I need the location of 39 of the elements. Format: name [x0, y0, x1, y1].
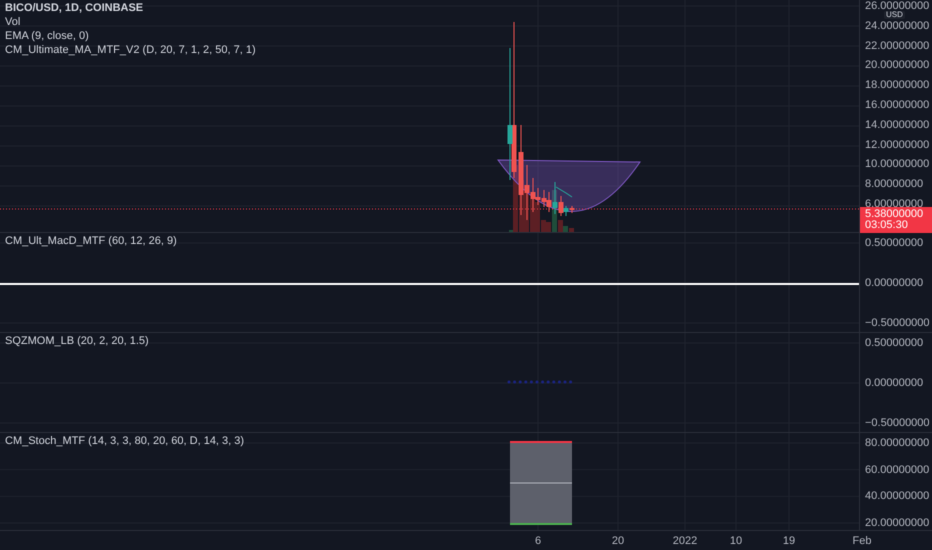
axis-label: 18.00000000 [865, 79, 930, 92]
currency-label: USD [884, 11, 905, 19]
time-label: 6 [534, 535, 542, 547]
axis-label: 20.00000000 [865, 59, 930, 72]
legend-text: Vol [5, 16, 22, 29]
time-label: 10 [730, 535, 742, 547]
time-label: 20 [612, 535, 624, 547]
time-label: 19 [782, 535, 796, 547]
last-price: 5.38000000 [865, 209, 924, 220]
indicator-title: SQZMOM_LB (20, 2, 20, 1.5) [5, 335, 150, 348]
indicator-title: CM_Stoch_MTF (14, 3, 3, 80, 20, 60, D, 14, 3, 3) [5, 435, 246, 448]
axis-label: 80.00000000 [865, 437, 930, 449]
axis-label: 16.00000000 [865, 99, 930, 111]
squeeze-dots-drawing [508, 380, 572, 384]
symbol-title: BICO/USD, 1D, COINBASE [5, 2, 144, 15]
time-label: 2022 [672, 535, 698, 547]
countdown-timer: 03:05:30 [865, 220, 909, 231]
axis-label: 0.00000000 [865, 377, 924, 389]
axis-label: 14.00000000 [865, 118, 930, 131]
axis-label: 10.00000000 [865, 158, 930, 170]
indicator-title: CM_Ult_MacD_MTF (60, 12, 26, 9) [5, 235, 178, 248]
axis-label: 8.00000000 [865, 178, 924, 190]
axis-label: 24.00000000 [865, 20, 930, 32]
axis-label: 0.50000000 [865, 237, 924, 249]
axis-label: −0.50000000 [865, 417, 930, 429]
ema-line [556, 186, 572, 198]
axis-label: 20.00000000 [865, 517, 930, 529]
time-label: Feb [852, 535, 872, 547]
axis-label: 40.00000000 [865, 490, 930, 502]
legend-text: EMA (9, close, 0) [5, 30, 90, 43]
axis-label: 22.00000000 [865, 40, 930, 52]
axis-label: −0.50000000 [865, 317, 930, 329]
axis-label: 12.00000000 [865, 138, 930, 151]
axis-label: 60.00000000 [865, 464, 930, 476]
axis-label: 0.00000000 [865, 277, 924, 289]
axis-label: 26.00000000 [865, 0, 930, 12]
legend-text: CM_Ultimate_MA_MTF_V2 (D, 20, 7, 1, 2, 50, 7, 1) [5, 44, 257, 57]
axis-label: 0.50000000 [865, 337, 924, 349]
axis-label: 6.00000000 [865, 198, 924, 210]
